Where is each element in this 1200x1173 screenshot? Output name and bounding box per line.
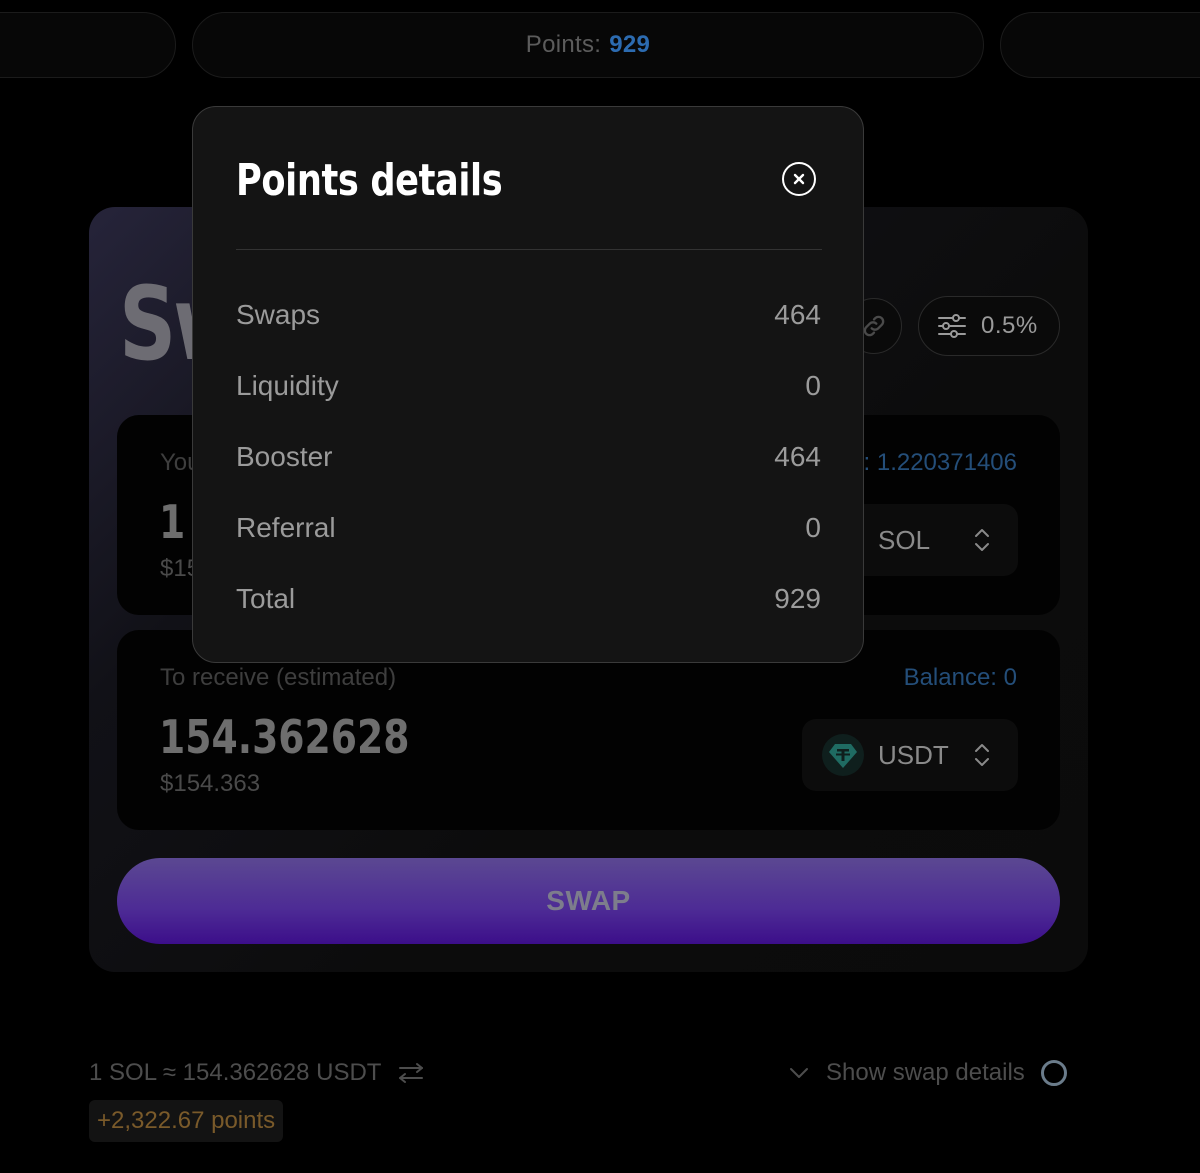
- modal-divider: [236, 249, 822, 250]
- row-label: Booster: [236, 440, 333, 472]
- modal-title: Points details: [236, 155, 503, 206]
- row-label: Swaps: [236, 298, 321, 330]
- receive-token-select[interactable]: USDT: [802, 719, 1018, 791]
- page-root: Points: 929 Swap 0.5% You pay Balance: 1…: [0, 0, 1200, 1173]
- top-left-pill[interactable]: [0, 12, 176, 78]
- points-row-booster: Booster 464: [236, 421, 821, 492]
- receive-token-symbol: USDT: [878, 739, 949, 770]
- row-value: 0: [805, 511, 821, 543]
- link-icon: [863, 315, 885, 337]
- slippage-settings-button[interactable]: 0.5%: [918, 296, 1060, 356]
- refresh-ring-icon[interactable]: [1040, 1060, 1067, 1086]
- points-row-swaps: Swaps 464: [236, 279, 821, 350]
- modal-close-button[interactable]: [782, 162, 816, 196]
- receive-label: To receive (estimated): [160, 664, 397, 691]
- row-label: Liquidity: [236, 369, 339, 401]
- rate-text: 1 SOL ≈ 154.362628 USDT: [89, 1059, 382, 1086]
- points-earned-badge: +2,322.67 points: [89, 1100, 284, 1142]
- pay-amount-input[interactable]: 1: [159, 495, 185, 549]
- usdt-icon: [822, 734, 864, 776]
- points-breakdown-list: Swaps 464 Liquidity 0 Booster 464 Referr…: [236, 279, 821, 634]
- show-swap-details-toggle[interactable]: Show swap details: [788, 1059, 1067, 1087]
- chevron-down-icon: [790, 1068, 808, 1078]
- points-row-referral: Referral 0: [236, 492, 821, 563]
- pay-token-symbol: SOL: [878, 524, 931, 555]
- row-label: Total: [236, 582, 296, 614]
- receive-amount: 154.362628: [159, 710, 410, 764]
- chevron-updown-icon: [975, 529, 989, 551]
- row-label: Referral: [236, 511, 336, 543]
- row-value: 464: [774, 298, 821, 330]
- receive-balance: Balance: 0: [903, 664, 1017, 691]
- points-row-total: Total 929: [236, 563, 821, 634]
- swap-button[interactable]: SWAP: [117, 858, 1060, 944]
- top-right-pill[interactable]: [1000, 12, 1200, 78]
- slippage-value: 0.5%: [981, 312, 1038, 339]
- points-label: Points:: [525, 31, 602, 58]
- points-details-modal: Points details Swaps 464 Liquidity 0 Boo…: [192, 106, 864, 663]
- receive-usd-value: $154.363: [160, 770, 261, 797]
- row-value: 464: [774, 440, 821, 472]
- close-icon: [793, 173, 805, 185]
- row-value: 0: [805, 369, 821, 401]
- points-value: 929: [609, 31, 651, 58]
- chevron-updown-icon: [975, 744, 989, 766]
- sliders-icon: [938, 314, 966, 338]
- swap-arrows-icon[interactable]: [397, 1061, 425, 1085]
- details-toggle-label: Show swap details: [826, 1059, 1025, 1086]
- exchange-rate: 1 SOL ≈ 154.362628 USDT: [89, 1059, 425, 1087]
- row-value: 929: [774, 582, 821, 614]
- points-pill[interactable]: Points: 929: [192, 12, 984, 78]
- points-row-liquidity: Liquidity 0: [236, 350, 821, 421]
